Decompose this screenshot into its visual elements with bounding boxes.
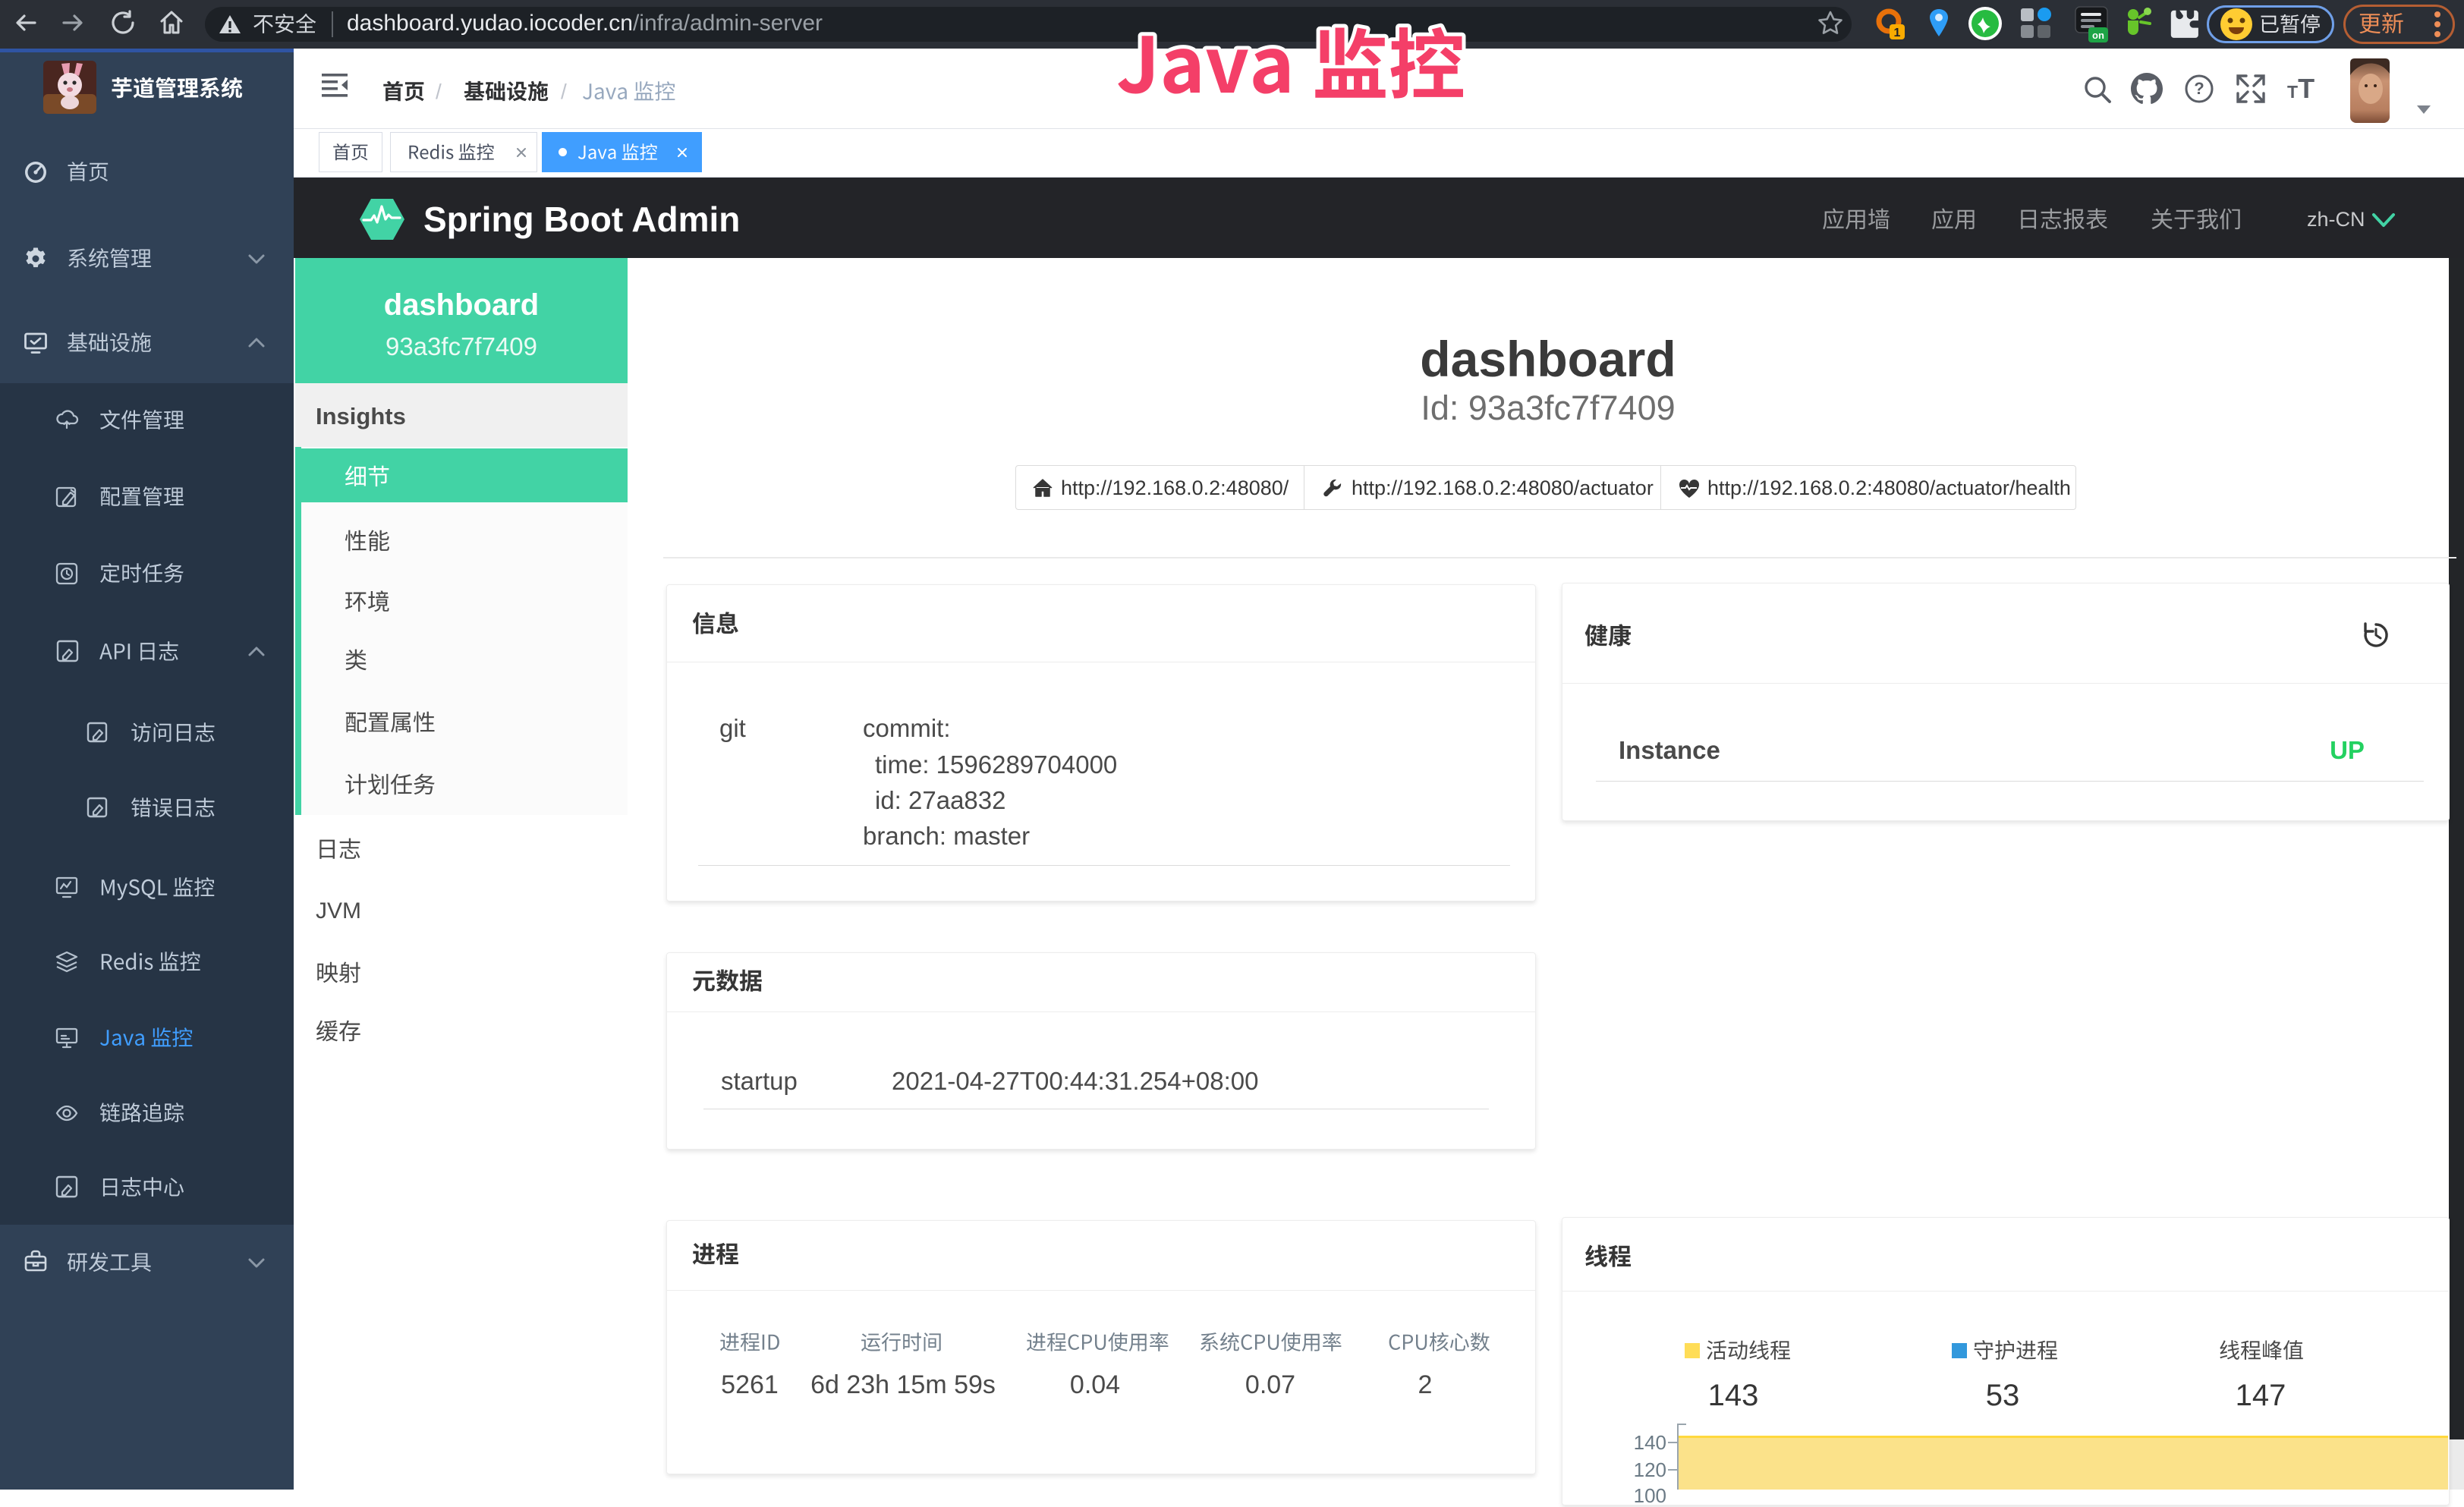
svg-text:?: ? bbox=[2194, 79, 2204, 98]
svg-text:1: 1 bbox=[1894, 27, 1901, 39]
svg-text:on: on bbox=[2092, 30, 2104, 41]
